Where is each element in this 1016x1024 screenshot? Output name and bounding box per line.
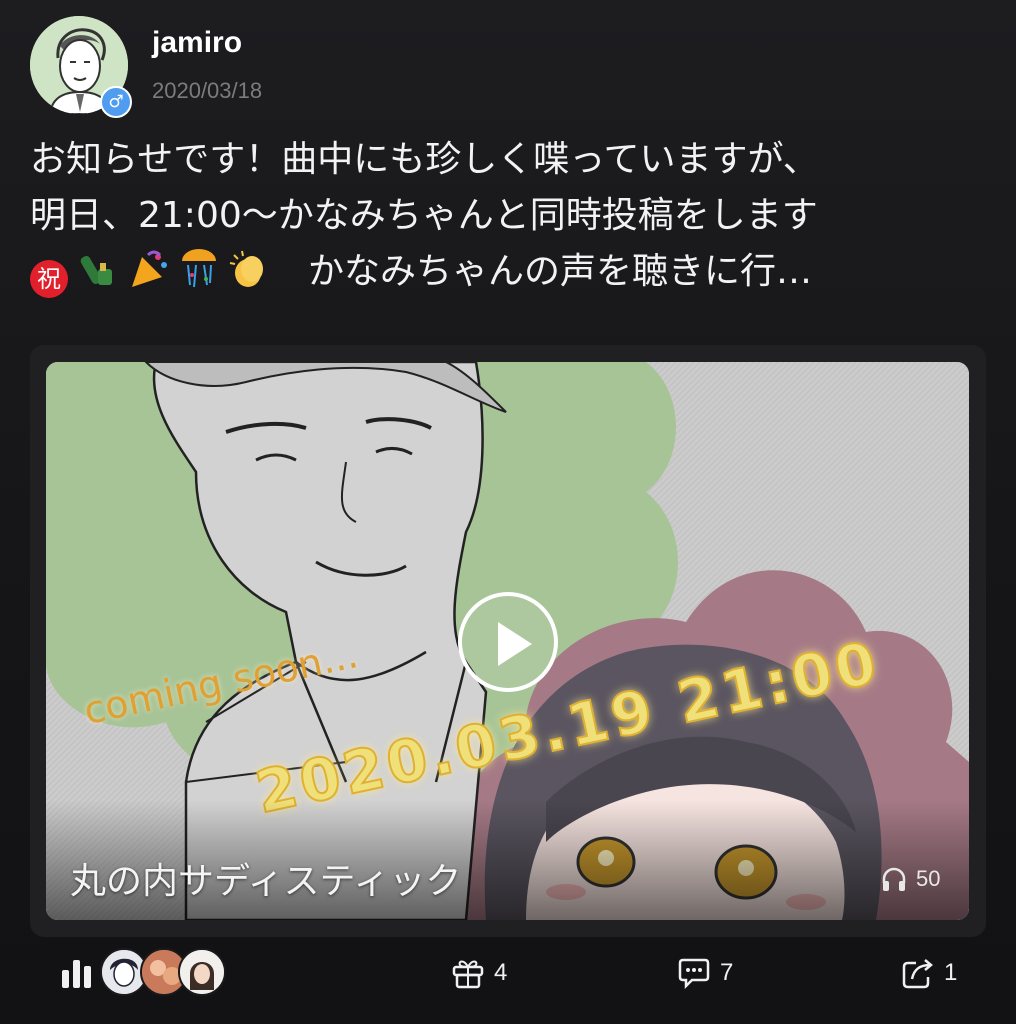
headphones-icon [882,867,906,891]
gender-male-icon: ♂ [100,86,132,118]
username[interactable]: jamiro [152,26,242,60]
gift-button[interactable]: 4 [450,950,507,996]
bar-chart-icon [62,960,91,988]
iwai-emoji: 祝 [30,260,68,298]
supporter-avatar-3-image [180,950,224,994]
comment-count: 7 [720,959,734,986]
listen-count: 50 [880,862,940,896]
share-button[interactable]: 1 [900,950,957,996]
comment-button[interactable]: 7 [676,950,733,996]
comment-icon [678,958,710,989]
supporter-avatar-3[interactable] [178,948,226,996]
gift-count: 4 [494,959,508,986]
song-title[interactable]: 丸の内サディスティック [70,852,461,904]
post-text-line-2: 明日、21:00〜かなみちゃんと同時投稿をします [30,195,818,236]
post-text-line-1: お知らせです！曲中にも珍しく喋っていますが、 [30,139,819,180]
play-icon [498,622,532,666]
post-text[interactable]: お知らせです！曲中にも珍しく喋っていますが、 明日、21:00〜かなみちゃんと同… [30,132,980,300]
post-date: 2020/03/18 [152,78,263,103]
share-icon [902,959,933,989]
post-text-line-3-tail: かなみちゃんの声を聴きに行… [308,251,813,292]
party-popper-emoji [132,250,167,287]
post-card: ♂ jamiro 2020/03/18 お知らせです！曲中にも珍しく喋っています… [0,0,1016,1024]
clapping-hands-emoji [229,250,263,287]
gift-icon [452,960,484,989]
supporters-chart-button[interactable] [60,950,94,996]
listen-count-value: 50 [916,866,941,891]
post-text-line-3: 祝 かなみちゃんの声を聴きに行… [30,244,980,300]
confetti-ball-emoji [182,249,216,288]
champagne-emoji [80,255,112,285]
share-count: 1 [944,959,958,986]
play-button[interactable] [458,592,558,692]
